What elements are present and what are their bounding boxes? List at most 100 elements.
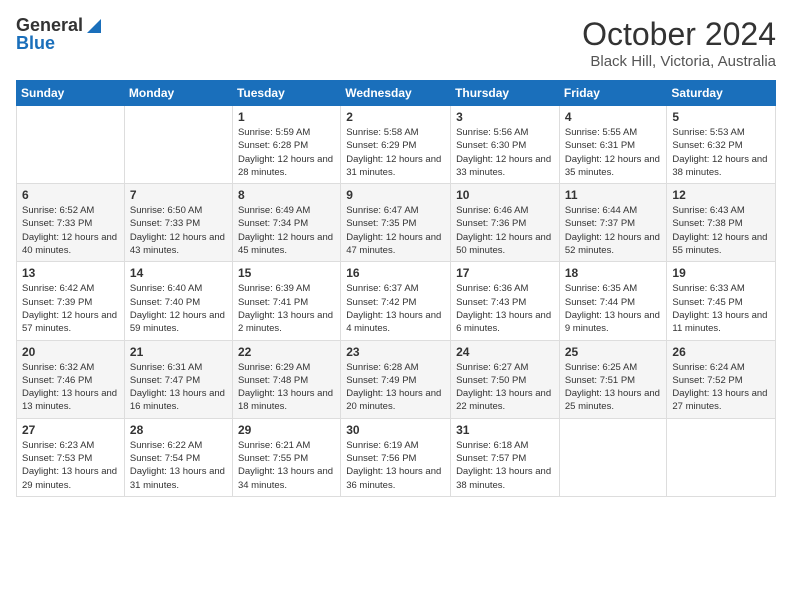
- day-info: Sunrise: 6:52 AM Sunset: 7:33 PM Dayligh…: [22, 204, 119, 257]
- calendar-cell: 14 Sunrise: 6:40 AM Sunset: 7:40 PM Dayli…: [124, 262, 232, 340]
- calendar-cell: 7 Sunrise: 6:50 AM Sunset: 7:33 PM Daylig…: [124, 184, 232, 262]
- day-number: 27: [22, 423, 119, 437]
- day-number: 5: [672, 110, 770, 124]
- day-number: 3: [456, 110, 554, 124]
- day-info: Sunrise: 6:40 AM Sunset: 7:40 PM Dayligh…: [130, 282, 227, 335]
- day-info: Sunrise: 6:33 AM Sunset: 7:45 PM Dayligh…: [672, 282, 770, 335]
- day-info: Sunrise: 6:21 AM Sunset: 7:55 PM Dayligh…: [238, 439, 335, 492]
- day-info: Sunrise: 6:39 AM Sunset: 7:41 PM Dayligh…: [238, 282, 335, 335]
- day-info: Sunrise: 6:37 AM Sunset: 7:42 PM Dayligh…: [346, 282, 445, 335]
- day-number: 7: [130, 188, 227, 202]
- day-number: 29: [238, 423, 335, 437]
- calendar-cell: 10 Sunrise: 6:46 AM Sunset: 7:36 PM Dayli…: [451, 184, 560, 262]
- day-number: 16: [346, 266, 445, 280]
- day-info: Sunrise: 6:31 AM Sunset: 7:47 PM Dayligh…: [130, 361, 227, 414]
- calendar-cell: 2Sunrise: 5:58 AM Sunset: 6:29 PM Daylig…: [341, 106, 451, 184]
- calendar-cell: 15 Sunrise: 6:39 AM Sunset: 7:41 PM Dayli…: [232, 262, 340, 340]
- calendar-cell: [559, 418, 667, 496]
- weekday-header: Thursday: [451, 81, 560, 106]
- day-info: Sunrise: 6:36 AM Sunset: 7:43 PM Dayligh…: [456, 282, 554, 335]
- calendar-cell: 30 Sunrise: 6:19 AM Sunset: 7:56 PM Dayli…: [341, 418, 451, 496]
- day-number: 21: [130, 345, 227, 359]
- calendar-cell: 5 Sunrise: 5:53 AM Sunset: 6:32 PM Daylig…: [667, 106, 776, 184]
- day-number: 31: [456, 423, 554, 437]
- day-info: Sunrise: 6:22 AM Sunset: 7:54 PM Dayligh…: [130, 439, 227, 492]
- day-number: 15: [238, 266, 335, 280]
- weekday-header: Saturday: [667, 81, 776, 106]
- header: General Blue October 2024 Black Hill, Vi…: [16, 16, 776, 70]
- weekday-header: Wednesday: [341, 81, 451, 106]
- logo-icon: [85, 17, 103, 35]
- day-info: Sunrise: 5:55 AM Sunset: 6:31 PM Dayligh…: [565, 126, 662, 179]
- calendar-cell: 20Sunrise: 6:32 AM Sunset: 7:46 PM Dayli…: [17, 340, 125, 418]
- calendar-cell: 24 Sunrise: 6:27 AM Sunset: 7:50 PM Dayli…: [451, 340, 560, 418]
- logo: General Blue: [16, 16, 103, 54]
- calendar-cell: 11 Sunrise: 6:44 AM Sunset: 7:37 PM Dayli…: [559, 184, 667, 262]
- day-number: 9: [346, 188, 445, 202]
- page: General Blue October 2024 Black Hill, Vi…: [0, 0, 792, 612]
- day-info: Sunrise: 5:58 AM Sunset: 6:29 PM Dayligh…: [346, 126, 445, 179]
- day-number: 1: [238, 110, 335, 124]
- title-block: October 2024 Black Hill, Victoria, Austr…: [582, 16, 776, 70]
- calendar-cell: 4 Sunrise: 5:55 AM Sunset: 6:31 PM Daylig…: [559, 106, 667, 184]
- day-info: Sunrise: 6:49 AM Sunset: 7:34 PM Dayligh…: [238, 204, 335, 257]
- day-number: 22: [238, 345, 335, 359]
- day-number: 25: [565, 345, 662, 359]
- calendar-cell: 17Sunrise: 6:36 AM Sunset: 7:43 PM Dayli…: [451, 262, 560, 340]
- day-info: Sunrise: 6:43 AM Sunset: 7:38 PM Dayligh…: [672, 204, 770, 257]
- calendar-cell: 1 Sunrise: 5:59 AM Sunset: 6:28 PM Daylig…: [232, 106, 340, 184]
- calendar-cell: 22 Sunrise: 6:29 AM Sunset: 7:48 PM Dayli…: [232, 340, 340, 418]
- calendar-cell: 25 Sunrise: 6:25 AM Sunset: 7:51 PM Dayli…: [559, 340, 667, 418]
- calendar-cell: 18Sunrise: 6:35 AM Sunset: 7:44 PM Dayli…: [559, 262, 667, 340]
- day-number: 14: [130, 266, 227, 280]
- day-info: Sunrise: 6:24 AM Sunset: 7:52 PM Dayligh…: [672, 361, 770, 414]
- day-info: Sunrise: 6:44 AM Sunset: 7:37 PM Dayligh…: [565, 204, 662, 257]
- calendar-table: SundayMondayTuesdayWednesdayThursdayFrid…: [16, 80, 776, 497]
- calendar-cell: [17, 106, 125, 184]
- calendar-cell: 26 Sunrise: 6:24 AM Sunset: 7:52 PM Dayli…: [667, 340, 776, 418]
- calendar-cell: 12Sunrise: 6:43 AM Sunset: 7:38 PM Dayli…: [667, 184, 776, 262]
- day-number: 10: [456, 188, 554, 202]
- day-number: 30: [346, 423, 445, 437]
- logo-blue: Blue: [16, 34, 55, 54]
- calendar-cell: 9 Sunrise: 6:47 AM Sunset: 7:35 PM Daylig…: [341, 184, 451, 262]
- calendar-cell: 13 Sunrise: 6:42 AM Sunset: 7:39 PM Dayli…: [17, 262, 125, 340]
- day-number: 19: [672, 266, 770, 280]
- day-number: 20: [22, 345, 119, 359]
- calendar-cell: 19 Sunrise: 6:33 AM Sunset: 7:45 PM Dayli…: [667, 262, 776, 340]
- day-info: Sunrise: 6:46 AM Sunset: 7:36 PM Dayligh…: [456, 204, 554, 257]
- calendar-cell: 23 Sunrise: 6:28 AM Sunset: 7:49 PM Dayli…: [341, 340, 451, 418]
- day-number: 11: [565, 188, 662, 202]
- day-info: Sunrise: 6:47 AM Sunset: 7:35 PM Dayligh…: [346, 204, 445, 257]
- day-number: 4: [565, 110, 662, 124]
- day-number: 6: [22, 188, 119, 202]
- day-info: Sunrise: 6:25 AM Sunset: 7:51 PM Dayligh…: [565, 361, 662, 414]
- calendar-cell: [124, 106, 232, 184]
- day-info: Sunrise: 6:29 AM Sunset: 7:48 PM Dayligh…: [238, 361, 335, 414]
- day-info: Sunrise: 6:19 AM Sunset: 7:56 PM Dayligh…: [346, 439, 445, 492]
- day-info: Sunrise: 6:27 AM Sunset: 7:50 PM Dayligh…: [456, 361, 554, 414]
- day-info: Sunrise: 5:59 AM Sunset: 6:28 PM Dayligh…: [238, 126, 335, 179]
- calendar-cell: 16 Sunrise: 6:37 AM Sunset: 7:42 PM Dayli…: [341, 262, 451, 340]
- day-number: 13: [22, 266, 119, 280]
- day-number: 28: [130, 423, 227, 437]
- day-number: 24: [456, 345, 554, 359]
- day-info: Sunrise: 6:50 AM Sunset: 7:33 PM Dayligh…: [130, 204, 227, 257]
- day-info: Sunrise: 6:42 AM Sunset: 7:39 PM Dayligh…: [22, 282, 119, 335]
- day-info: Sunrise: 6:18 AM Sunset: 7:57 PM Dayligh…: [456, 439, 554, 492]
- day-number: 26: [672, 345, 770, 359]
- day-info: Sunrise: 5:53 AM Sunset: 6:32 PM Dayligh…: [672, 126, 770, 179]
- day-number: 23: [346, 345, 445, 359]
- day-number: 8: [238, 188, 335, 202]
- calendar-cell: 28 Sunrise: 6:22 AM Sunset: 7:54 PM Dayli…: [124, 418, 232, 496]
- weekday-header: Tuesday: [232, 81, 340, 106]
- weekday-header: Sunday: [17, 81, 125, 106]
- calendar-cell: 3Sunrise: 5:56 AM Sunset: 6:30 PM Daylig…: [451, 106, 560, 184]
- day-info: Sunrise: 6:28 AM Sunset: 7:49 PM Dayligh…: [346, 361, 445, 414]
- calendar-cell: 27 Sunrise: 6:23 AM Sunset: 7:53 PM Dayli…: [17, 418, 125, 496]
- calendar-cell: 8 Sunrise: 6:49 AM Sunset: 7:34 PM Daylig…: [232, 184, 340, 262]
- weekday-header: Monday: [124, 81, 232, 106]
- calendar-cell: [667, 418, 776, 496]
- day-info: Sunrise: 6:23 AM Sunset: 7:53 PM Dayligh…: [22, 439, 119, 492]
- calendar-cell: 31 Sunrise: 6:18 AM Sunset: 7:57 PM Dayli…: [451, 418, 560, 496]
